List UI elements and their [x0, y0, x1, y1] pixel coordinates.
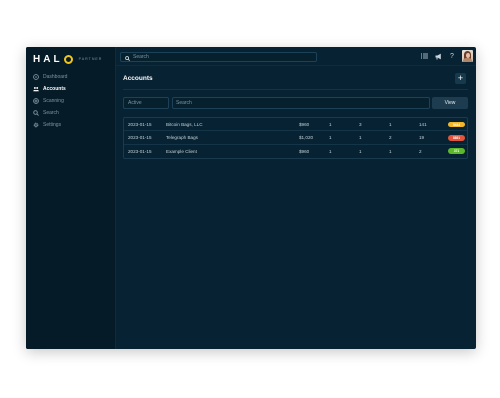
account-count-2: 3 [359, 122, 362, 128]
megaphone-icon[interactable] [434, 52, 442, 60]
sidebar-item-label: Search [43, 110, 59, 116]
logo-subtitle: PARTNER [78, 57, 103, 61]
account-search-box[interactable] [172, 97, 430, 109]
account-count-1: 1 [329, 122, 332, 128]
account-count-2: 1 [359, 148, 362, 154]
filter-row: Active View [123, 97, 468, 109]
page-title: Accounts [123, 75, 153, 82]
account-count-3: 1 [389, 148, 392, 154]
sidebar: HAL PARTNER Dashboard Accounts Scanning … [26, 47, 116, 349]
sidebar-item-settings[interactable]: Settings [26, 119, 116, 131]
sidebar-item-label: Dashboard [43, 74, 68, 80]
account-search-input[interactable] [176, 100, 416, 106]
account-count-3: 2 [389, 135, 392, 141]
sidebar-item-scanning[interactable]: Scanning [26, 95, 116, 107]
account-date: 2023-01-15 [128, 135, 152, 141]
global-search-input[interactable] [133, 54, 303, 60]
scan-icon [33, 98, 39, 104]
dashboard-icon [33, 74, 39, 80]
account-date: 2023-01-15 [128, 148, 152, 154]
gear-icon [33, 122, 39, 128]
status-badge: 5444 [448, 121, 465, 128]
sidebar-item-label: Settings [43, 122, 62, 128]
sidebar-item-accounts[interactable]: Accounts [26, 83, 116, 95]
account-name: Example Client [166, 148, 197, 154]
sidebar-item-search[interactable]: Search [26, 107, 116, 119]
global-search-box[interactable] [120, 52, 317, 62]
search-icon [125, 48, 130, 66]
title-divider [123, 89, 468, 90]
logo-text: HAL [33, 53, 63, 65]
account-name: Bitcoin Bags, LLC [166, 122, 203, 128]
status-badge: 371 [448, 148, 465, 154]
account-count-4: 141 [419, 122, 427, 128]
account-name: Telegraph Bags [166, 135, 198, 141]
users-icon [33, 86, 39, 92]
account-count-1: 1 [329, 135, 332, 141]
accounts-table: 2023-01-15 Bitcoin Bags, LLC $960 1 3 1 … [123, 117, 468, 159]
table-row[interactable]: 2023-01-15 Telegraph Bags $1,020 1 1 2 1… [124, 131, 467, 145]
halo-logo[interactable]: HAL PARTNER [33, 52, 102, 66]
status-badge: 8891 [448, 135, 465, 141]
account-count-2: 1 [359, 135, 362, 141]
list-icon[interactable] [420, 52, 428, 60]
status-filter-select[interactable]: Active [123, 97, 169, 109]
avatar-face [465, 53, 470, 58]
view-button[interactable]: View [432, 97, 468, 109]
user-avatar[interactable] [462, 50, 473, 62]
account-count-4: 19 [419, 135, 425, 141]
sidebar-nav: Dashboard Accounts Scanning Search Setti… [26, 71, 116, 131]
top-bar-actions: ? [420, 50, 473, 62]
app-window: HAL PARTNER Dashboard Accounts Scanning … [26, 47, 476, 349]
help-icon[interactable]: ? [448, 52, 456, 60]
account-price: $960 [299, 148, 310, 154]
table-row[interactable]: 2023-01-15 Example Client $960 1 1 1 2 3… [124, 145, 467, 158]
account-count-4: 2 [419, 148, 422, 154]
sidebar-item-dashboard[interactable]: Dashboard [26, 71, 116, 83]
account-count-3: 1 [389, 122, 392, 128]
add-account-button[interactable]: + [455, 73, 466, 84]
account-date: 2023-01-15 [128, 122, 152, 128]
search-icon [33, 110, 39, 116]
avatar-body [463, 58, 472, 62]
sidebar-item-label: Scanning [43, 98, 64, 104]
sidebar-item-label: Accounts [43, 86, 66, 92]
logo-o-ring [63, 54, 73, 64]
table-row[interactable]: 2023-01-15 Bitcoin Bags, LLC $960 1 3 1 … [124, 118, 467, 132]
account-price: $1,020 [299, 135, 314, 141]
account-price: $960 [299, 122, 310, 128]
top-bar: ? [116, 47, 476, 66]
account-count-1: 1 [329, 148, 332, 154]
